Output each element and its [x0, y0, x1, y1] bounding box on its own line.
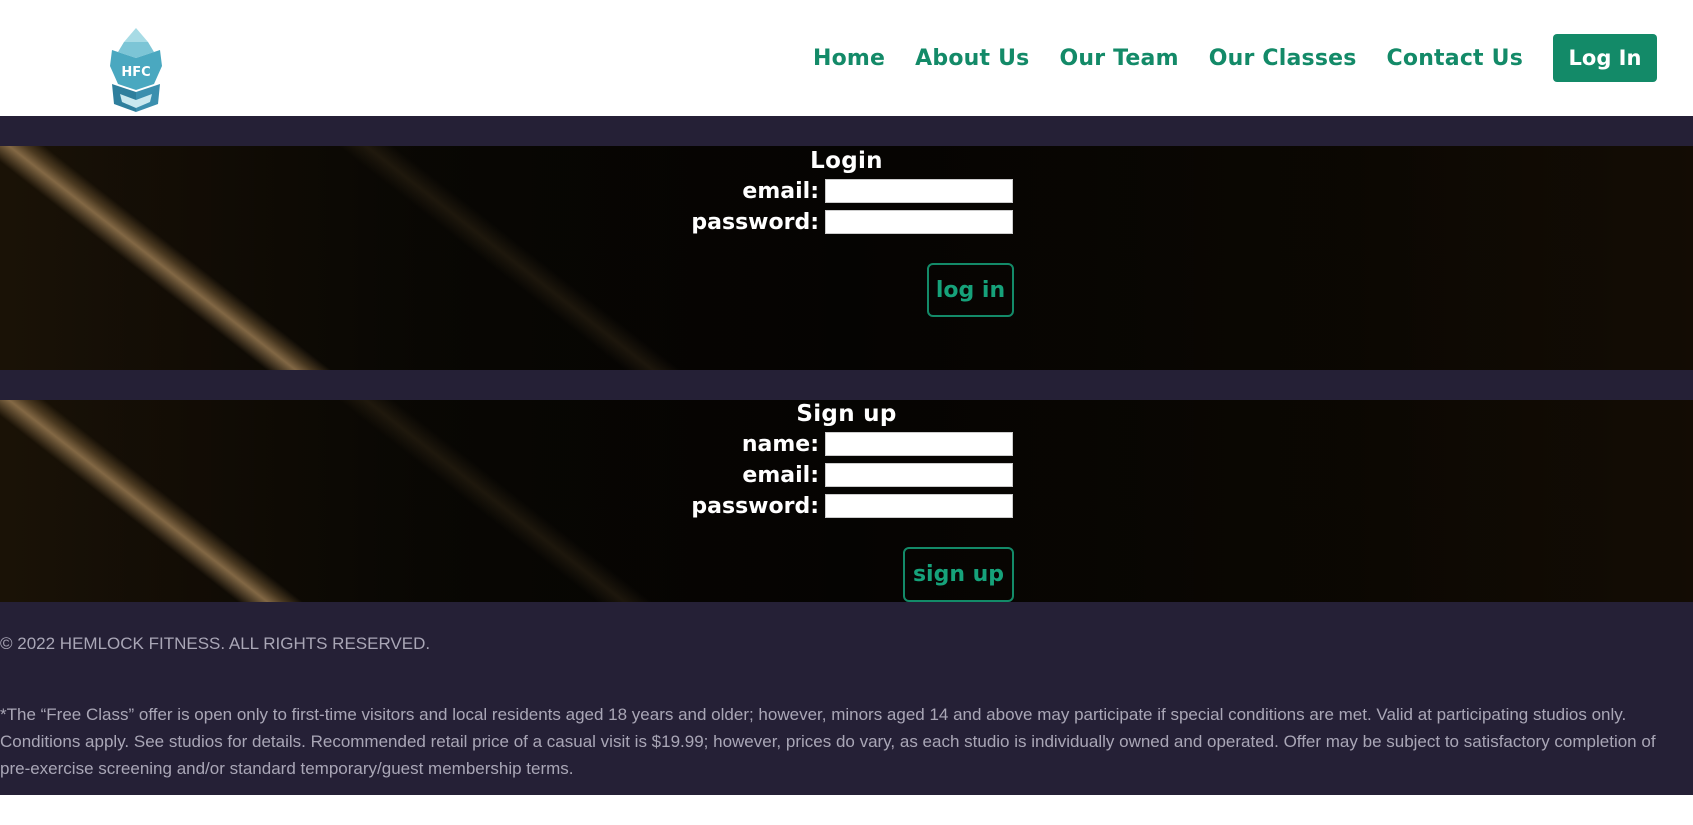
- divider-band: [0, 370, 1693, 400]
- nav-about-us[interactable]: About Us: [915, 46, 1029, 71]
- login-password-row: password:: [0, 210, 1693, 236]
- nav-home[interactable]: Home: [813, 46, 885, 71]
- login-email-label: email:: [742, 179, 819, 204]
- nav-our-classes[interactable]: Our Classes: [1209, 46, 1357, 71]
- signup-name-row: name:: [0, 432, 1693, 458]
- signup-name-label: name:: [741, 432, 819, 457]
- login-password-label: password:: [691, 210, 819, 235]
- logo-text: HFC: [121, 65, 150, 80]
- header-login-button[interactable]: Log In: [1553, 34, 1657, 82]
- nav-contact-us[interactable]: Contact Us: [1387, 46, 1523, 71]
- main-nav: Home About Us Our Team Our Classes Conta…: [813, 34, 1657, 82]
- divider-band: [0, 116, 1693, 146]
- hfc-logo[interactable]: HFC: [106, 28, 166, 114]
- signup-section: Sign up name: email: password: sign up: [0, 400, 1693, 602]
- signup-email-row: email:: [0, 463, 1693, 489]
- copyright-text: © 2022 HEMLOCK FITNESS. ALL RIGHTS RESER…: [0, 634, 431, 653]
- signup-name-input[interactable]: [825, 432, 1013, 456]
- login-submit-button[interactable]: log in: [927, 263, 1014, 317]
- signup-email-input[interactable]: [825, 463, 1013, 487]
- logo-icon: HFC: [110, 28, 162, 112]
- signup-submit-button[interactable]: sign up: [903, 547, 1014, 602]
- login-section: Login email: password: log in: [0, 146, 1693, 370]
- signup-password-input[interactable]: [825, 494, 1013, 518]
- login-title: Login: [810, 148, 883, 174]
- login-email-input[interactable]: [825, 179, 1013, 203]
- site-header: HFC Home About Us Our Team Our Classes C…: [0, 0, 1693, 116]
- signup-title: Sign up: [796, 401, 897, 427]
- signup-password-label: password:: [691, 494, 819, 519]
- disclaimer-text: *The “Free Class” offer is open only to …: [0, 705, 1656, 778]
- site-footer: © 2022 HEMLOCK FITNESS. ALL RIGHTS RESER…: [0, 602, 1693, 795]
- signup-email-label: email:: [742, 463, 819, 488]
- signup-password-row: password:: [0, 494, 1693, 520]
- login-email-row: email:: [0, 179, 1693, 205]
- nav-our-team[interactable]: Our Team: [1059, 46, 1178, 71]
- login-password-input[interactable]: [825, 210, 1013, 234]
